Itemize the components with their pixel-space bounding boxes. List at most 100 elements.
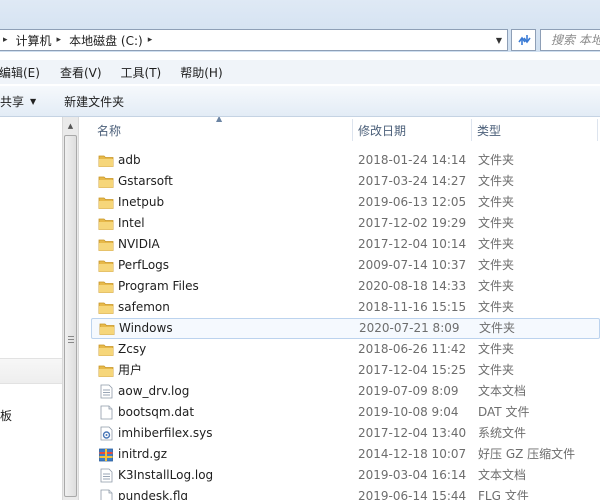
file-type: 文件夹	[478, 237, 515, 251]
folder-icon	[98, 258, 114, 273]
address-bar[interactable]: ▸ 计算机 ▸ 本地磁盘 (C:) ▸ ▼	[0, 29, 508, 51]
text-file-icon	[98, 468, 114, 483]
file-type: DAT 文件	[478, 405, 530, 419]
file-row[interactable]: pundesk.flg 2019-06-14 15:44 FLG 文件	[80, 486, 600, 500]
folder-icon	[99, 321, 115, 336]
file-row[interactable]: adb 2018-01-24 14:14 文件夹	[80, 150, 600, 171]
file-row[interactable]: Inetpub 2019-06-13 12:05 文件夹	[80, 192, 600, 213]
folder-icon	[98, 237, 114, 252]
breadcrumb-chevron-icon[interactable]: ▸	[54, 35, 68, 45]
breadcrumb-chevron-icon[interactable]: ▸	[0, 35, 14, 45]
file-type: 文本文档	[478, 384, 527, 398]
column-headers: ▲ 名称 修改日期 类型	[80, 117, 600, 143]
file-type: 文件夹	[478, 279, 515, 293]
scrollbar-thumb[interactable]	[64, 135, 77, 497]
file-date: 2017-12-04 15:25	[358, 363, 467, 377]
file-name: initrd.gz	[118, 447, 168, 461]
folder-icon	[98, 153, 114, 168]
refresh-icon	[517, 35, 531, 45]
archive-file-icon	[98, 447, 114, 462]
file-date: 2017-12-04 10:14	[358, 237, 467, 251]
column-header-type[interactable]: 类型	[477, 117, 501, 143]
file-name: Zcsy	[118, 342, 147, 356]
file-name: pundesk.flg	[118, 489, 189, 500]
file-row[interactable]: bootsqm.dat 2019-10-08 9:04 DAT 文件	[80, 402, 600, 423]
file-type: 系统文件	[478, 426, 527, 440]
file-date: 2020-08-18 14:33	[358, 279, 467, 293]
column-divider[interactable]	[471, 119, 472, 141]
file-row[interactable]: PerfLogs 2009-07-14 10:37 文件夹	[80, 255, 600, 276]
column-divider[interactable]	[597, 119, 598, 141]
file-row[interactable]: aow_drv.log 2019-07-09 8:09 文本文档	[80, 381, 600, 402]
menu-view[interactable]: 查看(V)	[56, 64, 106, 81]
new-folder-button[interactable]: 新建文件夹	[60, 93, 128, 110]
folder-icon	[98, 174, 114, 189]
file-row[interactable]: safemon 2018-11-16 15:15 文件夹	[80, 297, 600, 318]
file-row[interactable]: NVIDIA 2017-12-04 10:14 文件夹	[80, 234, 600, 255]
file-name: Inetpub	[118, 195, 165, 209]
column-header-name[interactable]: 名称	[97, 117, 121, 143]
file-row[interactable]: Program Files 2020-08-18 14:33 文件夹	[80, 276, 600, 297]
file-name: adb	[118, 153, 141, 167]
system-file-icon	[98, 426, 114, 441]
refresh-button[interactable]	[511, 29, 536, 51]
address-dropdown-icon[interactable]: ▼	[491, 30, 507, 50]
file-type: FLG 文件	[478, 489, 529, 500]
column-divider[interactable]	[352, 119, 353, 141]
share-button-label: 共享	[0, 94, 25, 109]
search-input[interactable]: 搜索 本地	[540, 29, 600, 51]
nav-section-divider	[0, 358, 62, 384]
file-type: 文件夹	[478, 195, 515, 209]
file-date: 2019-03-04 16:14	[358, 468, 467, 482]
file-name: Gstarsoft	[118, 174, 173, 188]
file-date: 2020-07-21 8:09	[359, 321, 460, 335]
sort-ascending-icon: ▲	[216, 117, 223, 123]
file-row[interactable]: imhiberfilex.sys 2017-12-04 13:40 系统文件	[80, 423, 600, 444]
folder-icon	[98, 216, 114, 231]
column-header-date[interactable]: 修改日期	[358, 117, 406, 143]
folder-icon	[98, 279, 114, 294]
file-type: 文件夹	[479, 321, 516, 335]
file-date: 2017-12-02 19:29	[358, 216, 467, 230]
file-type: 文件夹	[478, 258, 515, 272]
file-row[interactable]: initrd.gz 2014-12-18 10:07 好压 GZ 压缩文件	[80, 444, 600, 465]
breadcrumb-local-disk[interactable]: 本地磁盘 (C:)	[67, 32, 145, 49]
file-name: aow_drv.log	[118, 384, 190, 398]
nav-item-label[interactable]: 板	[0, 407, 12, 424]
file-row[interactable]: Zcsy 2018-06-26 11:42 文件夹	[80, 339, 600, 360]
blank-file-icon	[98, 489, 114, 500]
new-folder-label: 新建文件夹	[64, 94, 125, 109]
menu-help[interactable]: 帮助(H)	[176, 64, 226, 81]
file-date: 2018-11-16 15:15	[358, 300, 467, 314]
file-type: 文件夹	[478, 300, 515, 314]
address-bar-area: ▸ 计算机 ▸ 本地磁盘 (C:) ▸ ▼ 搜索 本地	[0, 0, 600, 52]
breadcrumb-chevron-icon[interactable]: ▸	[145, 35, 159, 45]
file-type: 文件夹	[478, 174, 515, 188]
file-row[interactable]: Gstarsoft 2017-03-24 14:27 文件夹	[80, 171, 600, 192]
share-button[interactable]: 共享 ▼	[0, 93, 40, 110]
breadcrumb-computer[interactable]: 计算机	[14, 32, 54, 49]
file-type: 文本文档	[478, 468, 527, 482]
file-date: 2019-10-08 9:04	[358, 405, 459, 419]
file-row[interactable]: 用户 2017-12-04 15:25 文件夹	[80, 360, 600, 381]
menu-tools[interactable]: 工具(T)	[117, 64, 166, 81]
file-name: NVIDIA	[118, 237, 160, 251]
file-row[interactable]: K3InstallLog.log 2019-03-04 16:14 文本文档	[80, 465, 600, 486]
file-row-selected[interactable]: Windows 2020-07-21 8:09 文件夹	[91, 318, 600, 339]
blank-file-icon	[98, 405, 114, 420]
file-type: 文件夹	[478, 153, 515, 167]
file-name: 用户	[118, 363, 143, 377]
navigation-scrollbar[interactable]: ▲	[62, 117, 79, 500]
menu-edit[interactable]: 编辑(E)	[0, 64, 44, 81]
file-name: bootsqm.dat	[118, 405, 195, 419]
file-name: Windows	[119, 321, 173, 335]
scroll-up-arrow-icon[interactable]: ▲	[63, 117, 78, 134]
file-name: K3InstallLog.log	[118, 468, 214, 482]
file-list: ▲ 名称 修改日期 类型 adb 2018-01-24 14:14 文件夹 Gstar…	[80, 117, 600, 500]
file-date: 2019-06-14 15:44	[358, 489, 467, 500]
file-name: PerfLogs	[118, 258, 170, 272]
file-name: safemon	[118, 300, 170, 314]
file-type: 好压 GZ 压缩文件	[478, 447, 576, 461]
file-row[interactable]: Intel 2017-12-02 19:29 文件夹	[80, 213, 600, 234]
file-name: Program Files	[118, 279, 199, 293]
